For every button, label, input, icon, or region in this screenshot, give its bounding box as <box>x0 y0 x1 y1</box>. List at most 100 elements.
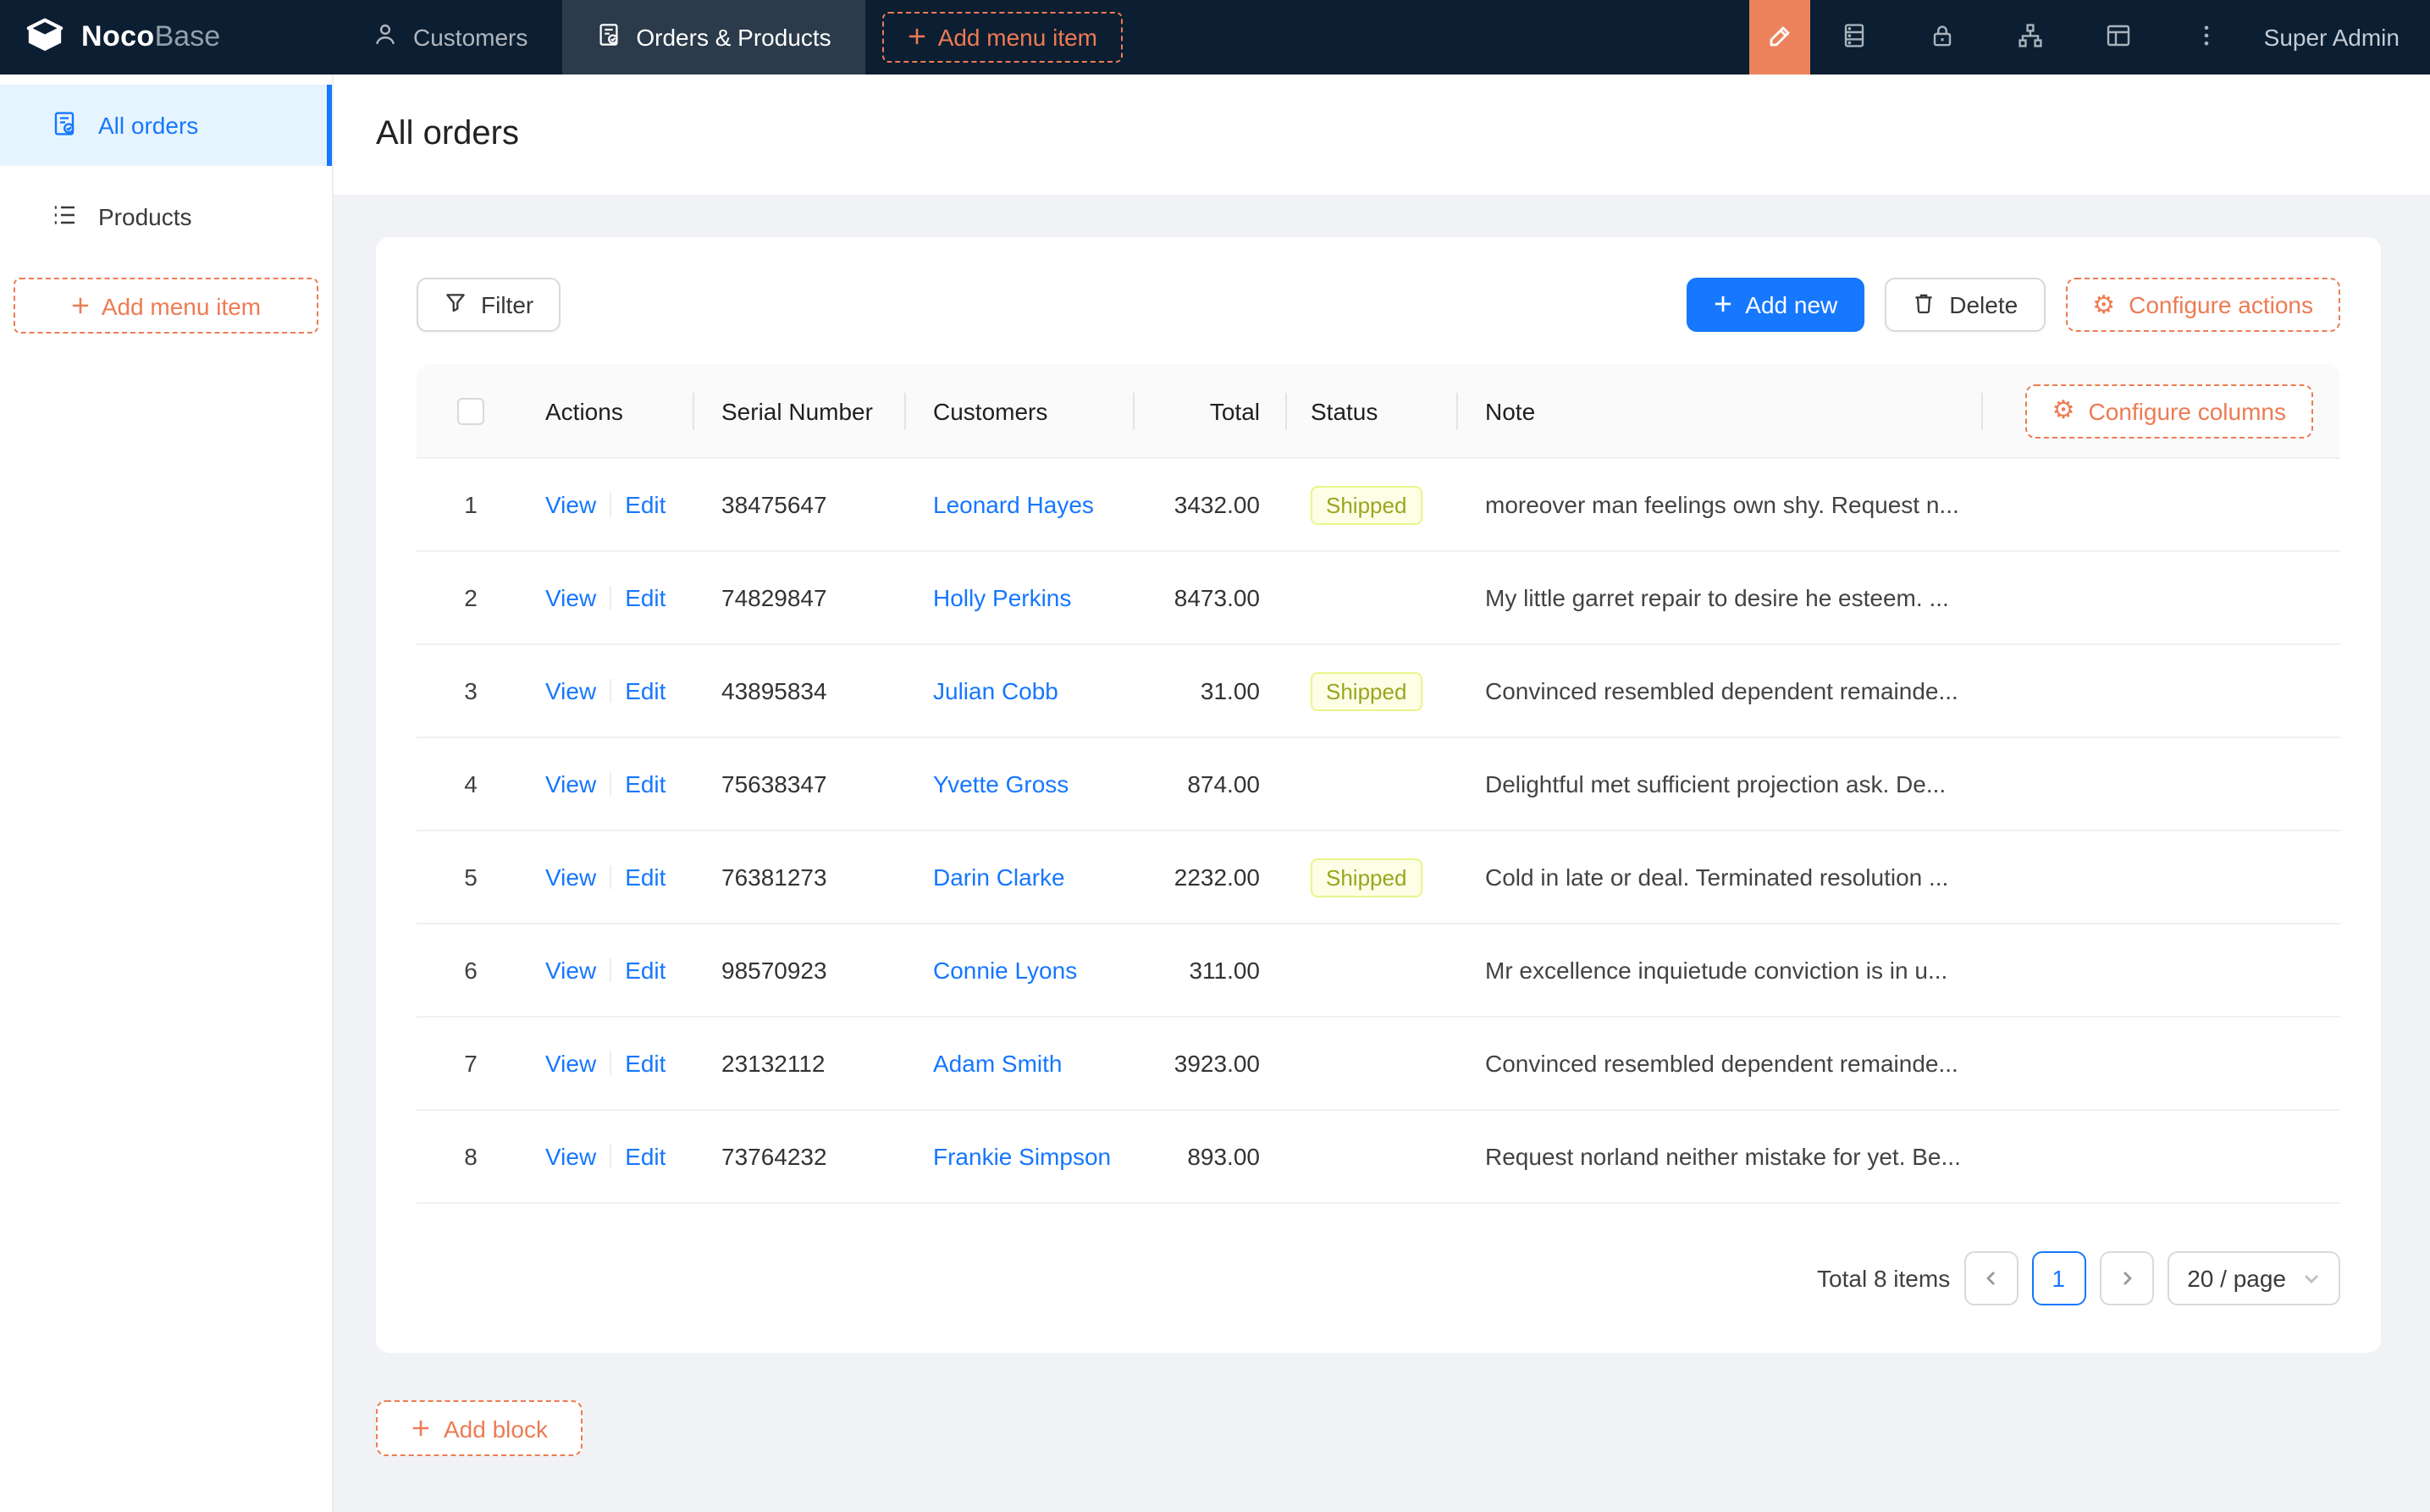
delete-button[interactable]: Delete <box>1885 278 2045 332</box>
edit-link[interactable]: Edit <box>625 584 665 611</box>
total-cell: 874.00 <box>1135 738 1287 830</box>
more-menu-button[interactable] <box>2162 0 2251 74</box>
main-menu: Customers Orders & Products <box>339 0 865 74</box>
pagination-page-1[interactable]: 1 <box>2031 1251 2085 1305</box>
table-row: 3ViewEdit43895834Julian Cobb31.00Shipped… <box>417 645 2340 738</box>
nav-tab-customers[interactable]: Customers <box>339 0 561 74</box>
customer-link[interactable]: Yvette Gross <box>933 770 1069 797</box>
logo-text-light: Base <box>155 20 221 52</box>
view-link[interactable]: View <box>545 770 596 797</box>
status-badge: Shipped <box>1311 858 1422 897</box>
configure-actions-button[interactable]: ⚙ Configure actions <box>2065 278 2340 332</box>
edit-link[interactable]: Edit <box>625 770 665 797</box>
status-cell: Shipped <box>1287 645 1458 737</box>
customer-link[interactable]: Adam Smith <box>933 1050 1063 1077</box>
lock-icon <box>1929 21 1956 53</box>
pagination-page-number: 1 <box>2052 1265 2065 1292</box>
layout-button[interactable] <box>2074 0 2162 74</box>
main-area: All orders Filter <box>334 74 2430 1512</box>
customer-link[interactable]: Frankie Simpson <box>933 1143 1111 1170</box>
column-header-customers: Customers <box>906 364 1135 457</box>
status-cell <box>1287 1018 1458 1109</box>
edit-link[interactable]: Edit <box>625 1050 665 1077</box>
edit-link[interactable]: Edit <box>625 957 665 984</box>
row-actions-cell: View Edit <box>525 645 694 737</box>
configure-columns-button[interactable]: ⚙ Configure columns <box>2025 384 2313 438</box>
view-link[interactable]: View <box>545 677 596 704</box>
nav-tab-label: Customers <box>413 24 527 51</box>
top-navbar: NocoBase Customers Orders & Produ <box>0 0 2430 74</box>
table-header-row: Actions Serial Number Customers Total St… <box>417 364 2340 459</box>
view-link[interactable]: View <box>545 1143 596 1170</box>
nocobase-logo[interactable]: NocoBase <box>0 0 339 74</box>
database-button[interactable] <box>1810 0 1898 74</box>
edit-link[interactable]: Edit <box>625 677 665 704</box>
navbar-add-menu-item-button[interactable]: Add menu item <box>882 12 1123 63</box>
apartment-icon <box>2017 21 2044 53</box>
edit-link[interactable]: Edit <box>625 491 665 518</box>
column-header-actions: Actions <box>525 364 694 457</box>
customer-link[interactable]: Julian Cobb <box>933 677 1058 704</box>
action-separator <box>610 586 611 610</box>
serial-number-cell: 75638347 <box>694 738 906 830</box>
customer-link[interactable]: Holly Perkins <box>933 584 1071 611</box>
action-separator <box>610 493 611 516</box>
action-separator <box>610 958 611 982</box>
column-header-serial-number: Serial Number <box>694 364 906 457</box>
customer-link[interactable]: Leonard Hayes <box>933 491 1094 518</box>
customer-link[interactable]: Connie Lyons <box>933 957 1077 984</box>
gear-icon: ⚙ <box>2092 292 2115 317</box>
configure-actions-label: Configure actions <box>2129 291 2313 318</box>
pagination-next-button[interactable] <box>2099 1251 2153 1305</box>
action-separator <box>610 1145 611 1168</box>
edit-link[interactable]: Edit <box>625 1143 665 1170</box>
note-cell: Convinced resembled dependent remainde..… <box>1458 645 1981 737</box>
note-cell: Request norland neither mistake for yet.… <box>1458 1111 1981 1202</box>
edit-link[interactable]: Edit <box>625 864 665 891</box>
plugin-manager-button[interactable] <box>1986 0 2074 74</box>
ui-editor-toggle-button[interactable] <box>1749 0 1810 74</box>
view-link[interactable]: View <box>545 584 596 611</box>
filter-button[interactable]: Filter <box>417 278 561 332</box>
customer-cell: Holly Perkins <box>906 552 1135 643</box>
sidebar-item-products[interactable]: Products <box>0 176 332 257</box>
view-link[interactable]: View <box>545 864 596 891</box>
page-size-select[interactable]: 20 / page <box>2167 1251 2340 1305</box>
serial-number-cell: 23132112 <box>694 1018 906 1109</box>
nav-tab-label: Orders & Products <box>636 24 831 51</box>
customer-cell: Frankie Simpson <box>906 1111 1135 1202</box>
sidebar-item-all-orders[interactable]: All orders <box>0 85 332 166</box>
row-actions-cell: View Edit <box>525 1018 694 1109</box>
sidebar-item-label: Products <box>98 203 192 230</box>
nav-tab-orders-products[interactable]: Orders & Products <box>561 0 864 74</box>
view-link[interactable]: View <box>545 491 596 518</box>
status-cell <box>1287 924 1458 1016</box>
sidebar-add-menu-item-button[interactable]: Add menu item <box>14 278 318 334</box>
note-cell: Convinced resembled dependent remainde..… <box>1458 1018 1981 1109</box>
pagination: Total 8 items 1 <box>417 1251 2340 1305</box>
user-menu[interactable]: Super Admin <box>2251 0 2430 74</box>
orders-table-block: Filter Add new <box>376 237 2381 1353</box>
total-cell: 2232.00 <box>1135 831 1287 923</box>
table-row: 5ViewEdit76381273Darin Clarke2232.00Ship… <box>417 831 2340 924</box>
highlighter-pen-icon <box>1766 21 1793 53</box>
add-block-button[interactable]: Add block <box>376 1400 583 1456</box>
lock-button[interactable] <box>1898 0 1986 74</box>
action-separator <box>610 772 611 796</box>
customer-link[interactable]: Darin Clarke <box>933 864 1065 891</box>
select-all-checkbox[interactable] <box>457 397 484 424</box>
sidebar-add-menu-item-label: Add menu item <box>102 292 261 319</box>
customer-cell: Adam Smith <box>906 1018 1135 1109</box>
action-separator <box>610 1051 611 1075</box>
trash-icon <box>1912 290 1936 319</box>
row-number: 3 <box>417 645 525 737</box>
view-link[interactable]: View <box>545 957 596 984</box>
plus-icon <box>411 1415 430 1442</box>
serial-number-cell: 43895834 <box>694 645 906 737</box>
database-icon <box>1841 21 1868 53</box>
pagination-prev-button[interactable] <box>1963 1251 2018 1305</box>
note-cell: Cold in late or deal. Terminated resolut… <box>1458 831 1981 923</box>
unordered-list-icon <box>51 201 78 233</box>
add-new-button[interactable]: Add new <box>1686 278 1864 332</box>
view-link[interactable]: View <box>545 1050 596 1077</box>
